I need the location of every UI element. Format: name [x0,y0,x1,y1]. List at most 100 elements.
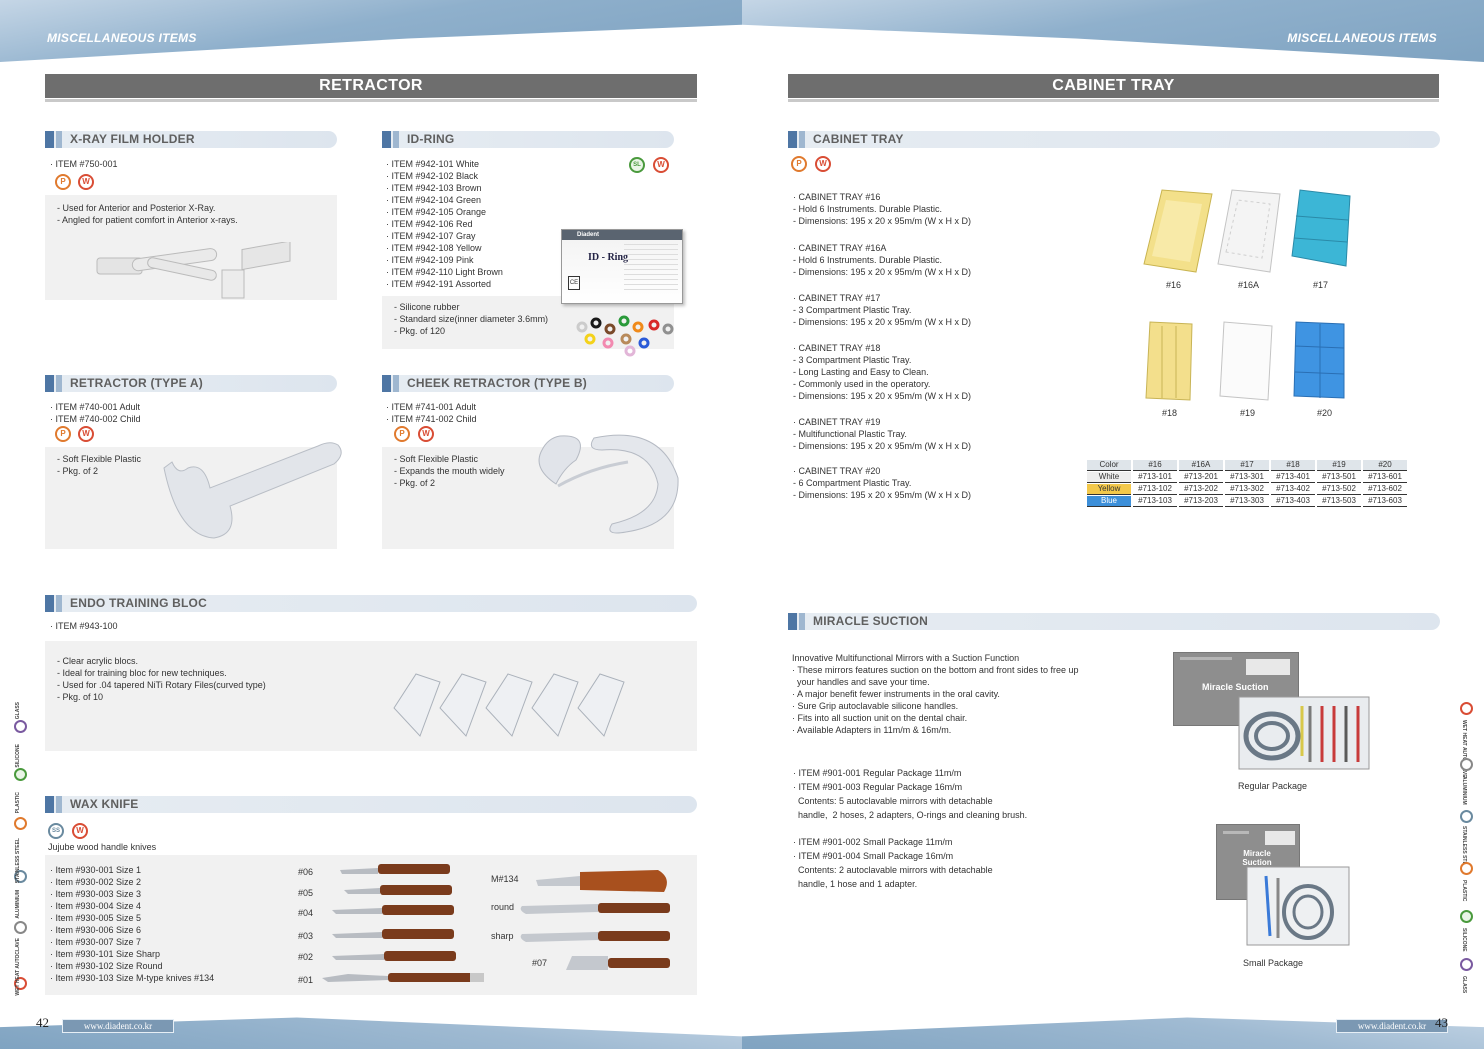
item-line: · ITEM #901-002 Small Package 11m/m [793,837,953,847]
xray-holder-image [96,242,291,299]
small-box-title: Miracle Suction [1242,849,1272,867]
id-ring-5 [648,319,660,331]
table-cell: #713-502 [1317,484,1361,495]
item-line: · ITEM #942-104 Green [386,195,482,205]
plastic-icon: P [55,174,71,190]
legend-label: ALUMINIUM [1461,776,1467,805]
id-ring-4 [632,321,644,333]
entry-line: - Dimensions: 195 x 20 x 95m/m (W x H x … [793,267,972,277]
header-band-left: MISCELLANEOUS ITEMS [0,0,742,62]
table-cell: #713-202 [1179,484,1223,495]
table-cell: White [1087,472,1131,483]
desc-line: - Soft Flexible Plastic [394,454,479,464]
box-label: ID - Ring [588,252,629,263]
table-cell: Blue [1087,496,1131,507]
autoclave-icon: W [78,426,94,442]
cabinet-tray-18: · CABINET TRAY #18 - 3 Compartment Plast… [793,342,971,402]
knife-label: #06 [298,867,314,877]
regular-package-tray-image [1238,696,1370,770]
desc-line: - Angled for patient comfort in Anterior… [57,215,238,225]
desc-line: - Used for Anterior and Posterior X-Ray. [57,203,216,213]
desc-line: - Clear acrylic blocs. [57,656,139,666]
entry-line: - 3 Compartment Plastic Tray. [793,355,912,365]
header-band-right: MISCELLANEOUS ITEMS [742,0,1484,62]
material-legend-right: WET HEAT AUTOCLAVE ALUMINIUM STAINLESS S… [1458,700,1478,995]
item-line: · Item #930-003 Size 3 [50,889,142,899]
table-cell: #713-603 [1363,496,1407,507]
legend-label: ALUMINIUM [15,890,21,919]
desc-line: · Available Adapters in 11m/m & 16m/m. [792,725,952,735]
silicone-icon [14,768,27,781]
section-heading-cabinet: CABINET TRAY [788,131,1440,148]
item-line: · ITEM #740-002 Child [50,414,141,424]
box-brand: Diadent [577,232,600,238]
desc-line: - Expands the mouth widely [394,466,505,476]
tray-caption: #18 [1162,408,1178,418]
entry-line: - Dimensions: 195 x 20 x 95m/m (W x H x … [793,216,972,226]
trays-row2-image [1145,321,1345,401]
website-link-left[interactable]: www.diadent.co.kr [62,1019,174,1033]
silicone-icon: SL [629,157,645,173]
table-cell: #713-501 [1317,472,1361,483]
table-cell: Yellow [1087,484,1131,495]
tray-caption: #17 [1313,280,1329,290]
desc-line: - Pkg. of 2 [57,466,99,476]
desc-line: - Pkg. of 120 [394,326,446,336]
legend-label: SILICONE [1461,928,1467,952]
desc-line: - Silicone rubber [394,302,460,312]
cabinet-tray-16: · CABINET TRAY #16 - Hold 6 Instruments.… [793,192,971,228]
xray-items: · ITEM #750-001 [50,158,118,170]
desc-line: - Pkg. of 10 [57,692,104,702]
item-line: · ITEM #901-001 Regular Package 11m/m [793,768,962,778]
cheek-retractor-image [538,434,679,534]
entry-name: · CABINET TRAY #16A [793,243,887,253]
legend-label: WET HEAT AUTOCLAVE [15,938,21,996]
item-line: · ITEM #741-001 Adult [386,402,477,412]
silicone-icon [1460,910,1473,923]
desc-line: - Soft Flexible Plastic [57,454,142,464]
legend-label: GLASS [1461,976,1467,994]
autoclave-icon [1460,702,1473,715]
table-cell: #20 [1363,460,1407,471]
table-cell: #713-101 [1133,472,1177,483]
section-heading-suction: MIRACLE SUCTION [788,613,1440,630]
item-line: Contents: 5 autoclavable mirrors with de… [793,796,993,806]
legend-label: PLASTIC [15,792,21,814]
category-label-left: MISCELLANEOUS ITEMS [47,31,197,45]
cabinet-tray-20: · CABINET TRAY #20 - 6 Compartment Plast… [793,465,971,501]
table-header-row: Color #16 #16A #17 #18 #19 #20 [1087,460,1407,471]
idring-rings-image [576,315,674,357]
entry-line: - Hold 6 Instruments. Durable Plastic. [793,204,943,214]
cabinet-tray-19: · CABINET TRAY #19 - Multifunctional Pla… [793,416,971,452]
item-line: · ITEM #942-106 Red [386,219,473,229]
xray-desc: - Used for Anterior and Posterior X-Ray.… [57,202,238,226]
desc-line: your handles and save your time. [792,677,930,687]
entry-line: - 3 Compartment Plastic Tray. [793,305,912,315]
idring-box-image: Diadent ID - Ring CE [561,229,683,304]
item-line: · Item #930-007 Size 7 [50,937,142,947]
entry-line: - Multifunctional Plastic Tray. [793,429,907,439]
knife-label: #03 [298,931,314,941]
knife-label: #05 [298,888,314,898]
item-line: · ITEM #750-001 [50,159,118,169]
endo-bloc-image [393,673,625,737]
section-heading-wax: WAX KNIFE [45,796,697,813]
id-ring-9 [620,333,632,345]
knife-label: #01 [298,975,314,985]
autoclave-icon: W [815,156,831,172]
glass-icon [1460,958,1473,971]
website-link-right[interactable]: www.diadent.co.kr [1336,1019,1448,1033]
table-cell: #713-102 [1133,484,1177,495]
entry-line: - Dimensions: 195 x 20 x 95m/m (W x H x … [793,490,972,500]
tray-caption: #20 [1317,408,1333,418]
id-ring-0 [576,321,588,333]
suction-small: · ITEM #901-002 Small Package 11m/m · IT… [793,836,993,892]
item-line: · Item #930-102 Size Round [50,961,163,971]
item-line: handle, 1 hose and 1 adapter. [793,879,918,889]
table-cell: #713-201 [1179,472,1223,483]
entry-line: - 6 Compartment Plastic Tray. [793,478,912,488]
table-row: White #713-101 #713-201 #713-301 #713-40… [1087,472,1407,483]
aluminium-icon [14,921,27,934]
table-cell: #713-203 [1179,496,1223,507]
table-cell: #19 [1317,460,1361,471]
